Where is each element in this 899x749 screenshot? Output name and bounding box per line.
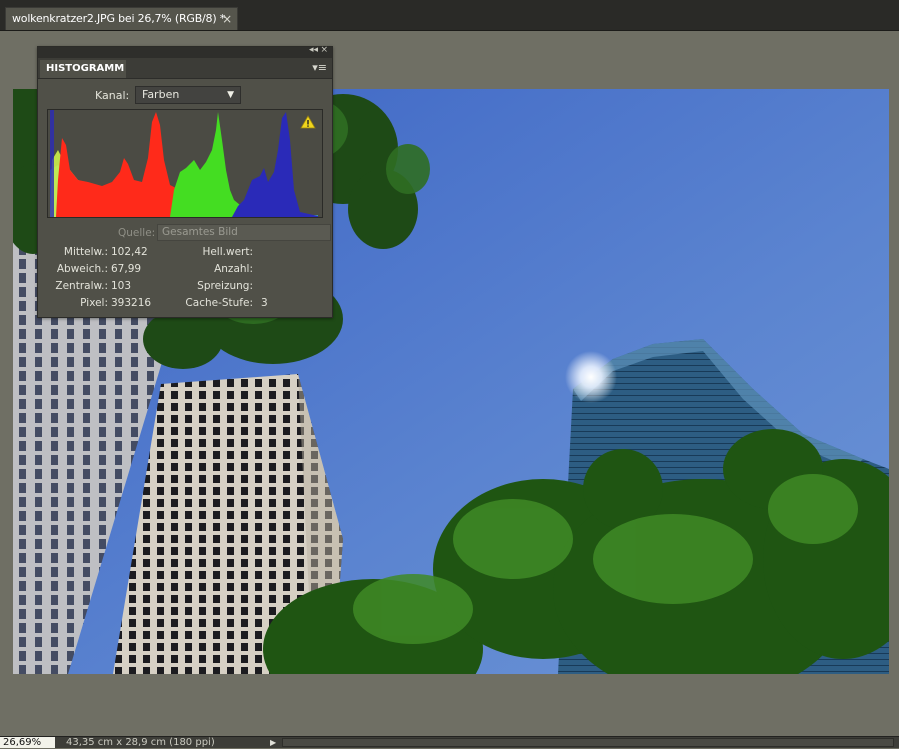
channel-select[interactable]: Farben ▼ xyxy=(135,86,241,104)
panel-header: HISTOGRAMM ▾≡ xyxy=(38,58,332,79)
panel-title-strip: ◂◂ × xyxy=(38,45,332,58)
collapse-icon[interactable]: ◂◂ xyxy=(309,45,318,55)
channel-label: Kanal: xyxy=(95,89,130,102)
document-tab-bar: wolkenkratzer2.JPG bei 26,7% (RGB/8) * × xyxy=(0,0,899,31)
histogram-panel: ◂◂ × HISTOGRAMM ▾≡ Kanal: Farben ▼ Quell… xyxy=(37,45,333,318)
histogram-graph xyxy=(47,109,323,218)
close-icon[interactable]: × xyxy=(320,45,328,55)
source-label: Quelle: xyxy=(118,227,156,239)
source-select[interactable]: Gesamtes Bild xyxy=(157,224,331,241)
horizontal-scrollbar[interactable] xyxy=(282,738,894,747)
stat-label-cache-level: Cache-Stufe: xyxy=(185,297,253,309)
status-bar: 26,69% 43,35 cm x 28,9 cm (180 ppi) ▶ xyxy=(0,736,899,748)
stat-label-pixels: Pixel: xyxy=(80,297,108,309)
histogram-svg xyxy=(50,110,318,217)
stat-label-percentile: Spreizung: xyxy=(197,280,253,292)
stat-label-count: Anzahl: xyxy=(214,263,253,275)
tab-histogramm[interactable]: HISTOGRAMM xyxy=(40,60,126,78)
stat-value-median: 103 xyxy=(111,280,132,292)
source-select-value: Gesamtes Bild xyxy=(162,226,238,238)
document-size-info: 43,35 cm x 28,9 cm (180 ppi) xyxy=(66,737,215,748)
zoom-field[interactable]: 26,69% xyxy=(0,737,55,748)
channel-select-value: Farben xyxy=(142,88,180,101)
channel-row: Kanal: Farben ▼ xyxy=(38,86,332,106)
stat-label-level: Hell.wert: xyxy=(202,246,253,258)
stat-label-deviation: Abweich.: xyxy=(56,263,108,275)
warning-icon[interactable] xyxy=(300,115,316,129)
document-tab[interactable]: wolkenkratzer2.JPG bei 26,7% (RGB/8) * × xyxy=(5,7,238,30)
stat-value-pixels: 393216 xyxy=(111,297,152,309)
stat-label-median: Zentralw.: xyxy=(55,280,108,292)
stat-value-cache-level: 3 xyxy=(261,297,268,309)
stat-value-deviation: 67,99 xyxy=(111,263,142,275)
chevron-down-icon: ▼ xyxy=(227,90,234,100)
close-icon[interactable]: × xyxy=(222,8,232,30)
panel-menu-icon[interactable]: ▾≡ xyxy=(312,61,327,74)
source-row: Quelle: Gesamtes Bild xyxy=(38,224,332,242)
status-menu-arrow-icon[interactable]: ▶ xyxy=(270,737,276,748)
stat-label-mean: Mittelw.: xyxy=(63,246,108,258)
stat-value-mean: 102,42 xyxy=(111,246,148,258)
document-tab-title: wolkenkratzer2.JPG bei 26,7% (RGB/8) * xyxy=(12,12,226,25)
